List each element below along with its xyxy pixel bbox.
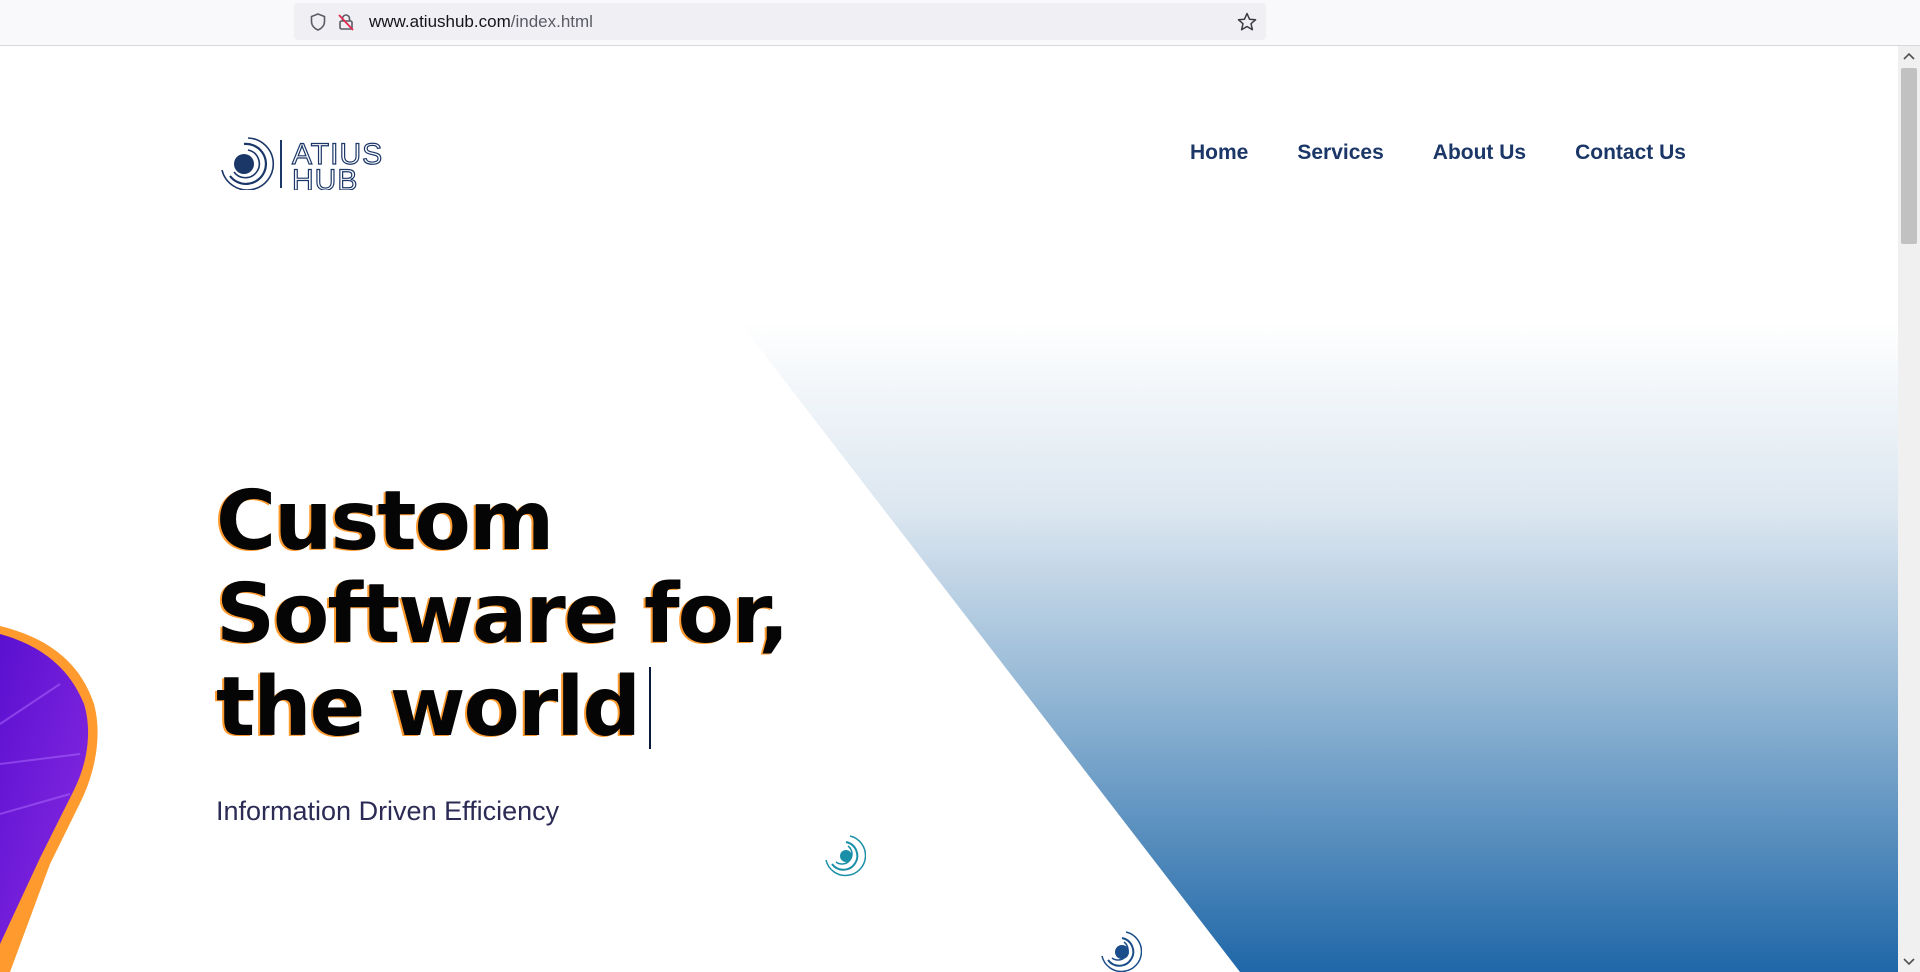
orbit-decoration-icon <box>825 835 866 877</box>
nav-about-us[interactable]: About Us <box>1433 141 1526 165</box>
headline-line-1: Custom <box>216 474 554 569</box>
url-path: /index.html <box>510 12 593 31</box>
star-icon[interactable] <box>1236 11 1258 33</box>
logo-mark-icon <box>221 137 275 190</box>
scrollbar-thumb[interactable] <box>1901 68 1917 244</box>
main-nav: Home Services About Us Contact Us <box>1190 141 1686 165</box>
logo-text-line2: HUB <box>292 164 358 190</box>
lock-slash-icon[interactable] <box>336 12 356 32</box>
url-host: www.atiushub.com <box>369 12 511 31</box>
typing-caret <box>649 667 652 749</box>
headline-line-3-wrap: the world <box>216 661 788 754</box>
nav-home[interactable]: Home <box>1190 141 1248 165</box>
hero-subtitle: Information Driven Efficiency <box>216 796 560 826</box>
decorative-shape <box>0 626 98 972</box>
page-viewport: ATIUS HUB Home Services About Us Contact… <box>0 46 1898 972</box>
headline-line-3: the world <box>216 660 641 755</box>
vertical-scrollbar[interactable] <box>1898 46 1920 972</box>
atius-hub-logo[interactable]: ATIUS HUB <box>218 134 432 190</box>
scroll-down-arrow-icon[interactable] <box>1898 952 1920 972</box>
nav-contact-us[interactable]: Contact Us <box>1575 141 1686 165</box>
address-bar[interactable]: www.atiushub.com/index.html <box>294 3 1266 40</box>
browser-toolbar: www.atiushub.com/index.html <box>0 0 1920 46</box>
orbit-decoration-icon <box>1101 931 1142 972</box>
hero-headline: Custom Software for, the world <box>216 474 790 754</box>
nav-services[interactable]: Services <box>1297 141 1383 165</box>
headline-line-2: Software for, <box>216 567 790 662</box>
scroll-up-arrow-icon[interactable] <box>1898 46 1920 66</box>
shield-icon[interactable] <box>308 12 328 32</box>
url-text[interactable]: www.atiushub.com/index.html <box>369 12 593 32</box>
